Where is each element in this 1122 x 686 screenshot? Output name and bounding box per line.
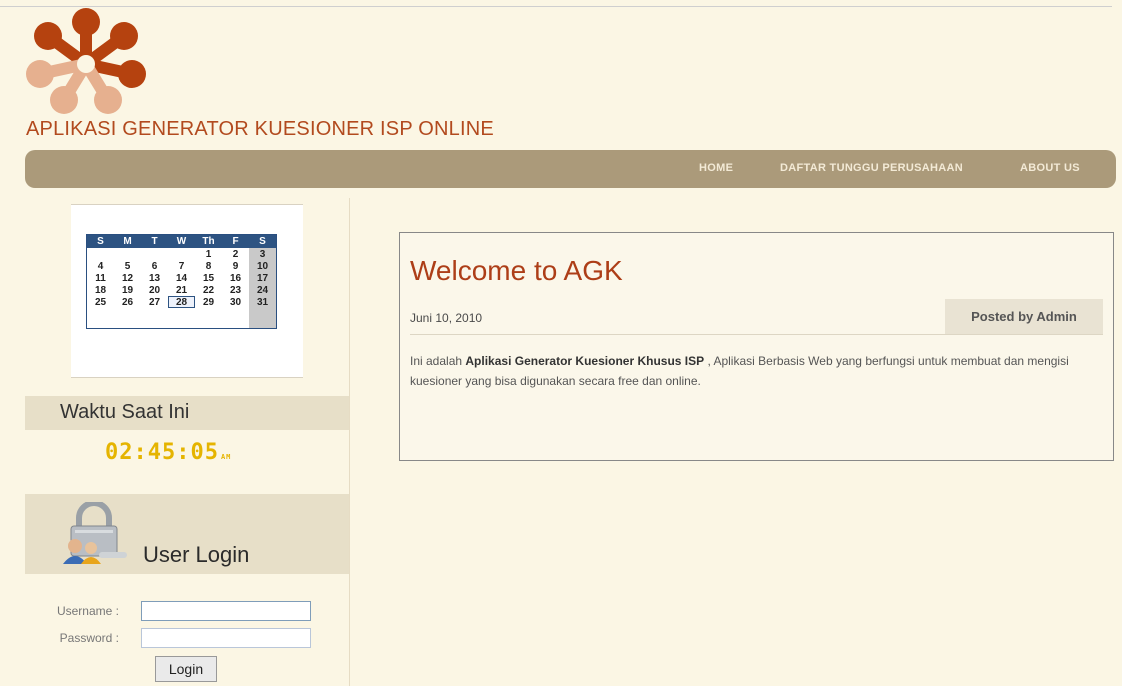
calendar-day[interactable]: 20 <box>141 284 168 296</box>
calendar-day <box>141 248 168 260</box>
calendar-day[interactable]: 25 <box>87 296 115 308</box>
nav-home[interactable]: HOME <box>699 162 733 174</box>
calendar-day[interactable]: 3 <box>249 248 277 260</box>
calendar-empty-cell <box>168 308 195 329</box>
calendar-day[interactable]: 14 <box>168 272 195 284</box>
calendar-empty-cell <box>114 308 141 329</box>
calendar-day[interactable]: 11 <box>87 272 115 284</box>
login-button[interactable]: Login <box>155 656 217 682</box>
calendar-weekday: T <box>141 234 168 248</box>
calendar-week: 4 5 6 7 8 9 10 <box>87 260 277 272</box>
calendar-day-today[interactable]: 28 <box>168 296 195 308</box>
calendar-day[interactable]: 8 <box>195 260 222 272</box>
sidebar-divider <box>349 198 350 686</box>
calendar-empty-cell <box>249 308 277 329</box>
calendar-week: 123 <box>87 248 277 260</box>
calendar-day[interactable]: 19 <box>114 284 141 296</box>
calendar-table: S M T W Th F S 1 2 3 4 5 6 7 8 9 10 11 12 13 14 15 16 17 18 19 20… <box>86 234 277 329</box>
password-label: Password : <box>59 631 119 645</box>
site-logo <box>26 8 146 114</box>
calendar-empty-cell <box>195 308 222 329</box>
top-border-line <box>0 6 1112 7</box>
calendar-day[interactable]: 30 <box>222 296 249 308</box>
calendar-spacer-row <box>87 308 277 329</box>
calendar-day[interactable]: 24 <box>249 284 277 296</box>
logo-petal-5 <box>50 86 78 114</box>
post-body-app-name: Aplikasi Generator Kuesioner Khusus ISP <box>465 354 705 368</box>
post-body-intro: Ini adalah <box>410 354 466 368</box>
calendar-day[interactable]: 2 <box>222 248 249 260</box>
calendar-widget: S M T W Th F S 1 2 3 4 5 6 7 8 9 10 11 12 13 14 15 16 17 18 19 20… <box>71 204 303 378</box>
nav-about-us[interactable]: ABOUT US <box>1020 162 1080 174</box>
calendar-day[interactable]: 13 <box>141 272 168 284</box>
calendar-day[interactable]: 4 <box>87 260 115 272</box>
login-title: User Login <box>143 542 250 567</box>
clock-ampm: AM <box>220 453 232 461</box>
calendar-day[interactable]: 18 <box>87 284 115 296</box>
calendar-day[interactable]: 5 <box>114 260 141 272</box>
calendar-day <box>114 248 141 260</box>
password-input[interactable] <box>141 628 311 648</box>
calendar-weekday: S <box>249 234 277 248</box>
calendar-week: 11 12 13 14 15 16 17 <box>87 272 277 284</box>
clock-time: 02:45:05 <box>105 440 219 465</box>
logo-petal-4 <box>26 60 54 88</box>
calendar-weekday: F <box>222 234 249 248</box>
calendar-day[interactable]: 1 <box>195 248 222 260</box>
logo-petal-0 <box>72 8 100 36</box>
nav-daftar-tunggu-perusahaan[interactable]: DAFTAR TUNGGU PERUSAHAAN <box>780 162 963 174</box>
post-title: Welcome to AGK <box>410 255 623 286</box>
calendar-week: 25 26 27 28 29 30 31 <box>87 296 277 308</box>
logo-center <box>77 55 95 73</box>
username-label: Username : <box>56 604 119 618</box>
calendar-day[interactable]: 21 <box>168 284 195 296</box>
logo-petal-2 <box>34 22 62 50</box>
padlock-users-icon <box>63 502 127 564</box>
calendar-day[interactable]: 29 <box>195 296 222 308</box>
digital-clock: 02:45:05 AM <box>105 440 231 465</box>
calendar-day[interactable]: 12 <box>114 272 141 284</box>
clock-title: Waktu Saat Ini <box>60 401 190 423</box>
logo-petal-1 <box>110 22 138 50</box>
welcome-post: Welcome to AGK Juni 10, 2010 Posted by A… <box>399 232 1114 461</box>
calendar-day[interactable]: 10 <box>249 260 277 272</box>
calendar-weekday: Th <box>195 234 222 248</box>
username-input[interactable] <box>141 601 311 621</box>
post-body: Ini adalah Aplikasi Generator Kuesioner … <box>410 351 1104 391</box>
logo-petal-6 <box>94 86 122 114</box>
calendar-empty-cell <box>87 308 115 329</box>
calendar-day[interactable]: 15 <box>195 272 222 284</box>
site-title: APLIKASI GENERATOR KUESIONER ISP ONLINE <box>26 118 494 140</box>
post-separator <box>410 334 1103 335</box>
calendar-day[interactable]: 26 <box>114 296 141 308</box>
calendar-weekday: M <box>114 234 141 248</box>
calendar-day[interactable]: 7 <box>168 260 195 272</box>
calendar-day <box>87 248 115 260</box>
calendar-day <box>168 248 195 260</box>
calendar-day[interactable]: 22 <box>195 284 222 296</box>
main-navigation: HOME DAFTAR TUNGGU PERUSAHAAN ABOUT US <box>25 150 1116 188</box>
login-header: User Login <box>25 494 349 574</box>
sidebar: S M T W Th F S 1 2 3 4 5 6 7 8 9 10 11 12 13 14 15 16 17 18 19 20… <box>25 196 349 686</box>
calendar-day[interactable]: 31 <box>249 296 277 308</box>
calendar-day[interactable]: 23 <box>222 284 249 296</box>
calendar-empty-cell <box>222 308 249 329</box>
clock-header: Waktu Saat Ini <box>25 396 349 430</box>
calendar-day[interactable]: 6 <box>141 260 168 272</box>
calendar-day[interactable]: 16 <box>222 272 249 284</box>
calendar-day[interactable]: 17 <box>249 272 277 284</box>
post-date: Juni 10, 2010 <box>410 311 483 325</box>
calendar-weekday: W <box>168 234 195 248</box>
logo-petal-3 <box>118 60 146 88</box>
calendar-weekday: S <box>86 234 114 248</box>
calendar-empty-cell <box>141 308 168 329</box>
post-author: Posted by Admin <box>945 299 1103 334</box>
calendar-week: 18 19 20 21 22 23 24 <box>87 284 277 296</box>
calendar-day[interactable]: 27 <box>141 296 168 308</box>
calendar-day[interactable]: 9 <box>222 260 249 272</box>
